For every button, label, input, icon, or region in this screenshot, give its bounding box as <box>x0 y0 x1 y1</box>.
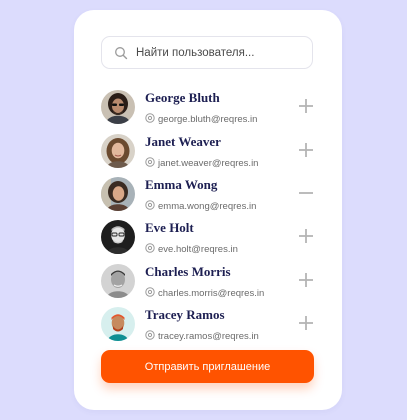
add-user-button[interactable] <box>297 271 315 289</box>
search-icon <box>115 47 128 60</box>
add-user-button[interactable] <box>297 97 315 115</box>
user-email: janet.weaver@reqres.in <box>158 158 259 169</box>
search-box[interactable] <box>101 36 313 69</box>
user-email-line: eve.holt@reqres.in <box>145 239 238 255</box>
avatar <box>101 134 135 168</box>
user-email: tracey.ramos@reqres.in <box>158 331 259 342</box>
user-name: Eve Holt <box>145 220 194 235</box>
add-user-button[interactable] <box>297 141 315 159</box>
at-icon <box>145 330 155 340</box>
avatar <box>101 220 135 254</box>
plus-icon <box>299 316 313 330</box>
add-user-button[interactable] <box>297 227 315 245</box>
user-name: Tracey Ramos <box>145 307 225 322</box>
list-item: George Bluth george.bluth@reqres.in <box>101 90 315 130</box>
user-email: emma.wong@reqres.in <box>158 201 257 212</box>
user-name: George Bluth <box>145 90 220 105</box>
avatar <box>101 177 135 211</box>
user-email-line: emma.wong@reqres.in <box>145 196 256 212</box>
list-item: Charles Morris charles.morris@reqres.in <box>101 264 315 304</box>
avatar <box>101 264 135 298</box>
plus-icon <box>299 229 313 243</box>
invite-card: George Bluth george.bluth@reqres.in <box>74 10 342 410</box>
remove-user-button[interactable] <box>297 184 315 202</box>
user-name: Emma Wong <box>145 177 218 192</box>
user-name: Janet Weaver <box>145 134 221 149</box>
user-name: Charles Morris <box>145 264 231 279</box>
add-user-button[interactable] <box>297 314 315 332</box>
plus-icon <box>299 143 313 157</box>
user-email-line: janet.weaver@reqres.in <box>145 153 258 169</box>
list-item: Eve Holt eve.holt@reqres.in <box>101 220 315 260</box>
plus-icon <box>299 273 313 287</box>
at-icon <box>145 157 155 167</box>
user-email: eve.holt@reqres.in <box>158 244 238 255</box>
user-email: charles.morris@reqres.in <box>158 288 265 299</box>
at-icon <box>145 113 155 123</box>
user-email-line: george.bluth@reqres.in <box>145 109 257 125</box>
avatar <box>101 307 135 341</box>
user-email-line: tracey.ramos@reqres.in <box>145 326 259 342</box>
list-item: Tracey Ramos tracey.ramos@reqres.in <box>101 307 315 347</box>
send-invite-button[interactable]: Отправить приглашение <box>101 350 314 383</box>
plus-icon <box>299 99 313 113</box>
user-email: george.bluth@reqres.in <box>158 114 258 125</box>
list-item: Janet Weaver janet.weaver@reqres.in <box>101 134 315 174</box>
search-input[interactable] <box>136 37 306 68</box>
user-email-line: charles.morris@reqres.in <box>145 283 264 299</box>
at-icon <box>145 243 155 253</box>
at-icon <box>145 200 155 210</box>
avatar <box>101 90 135 124</box>
list-item: Emma Wong emma.wong@reqres.in <box>101 177 315 217</box>
at-icon <box>145 287 155 297</box>
